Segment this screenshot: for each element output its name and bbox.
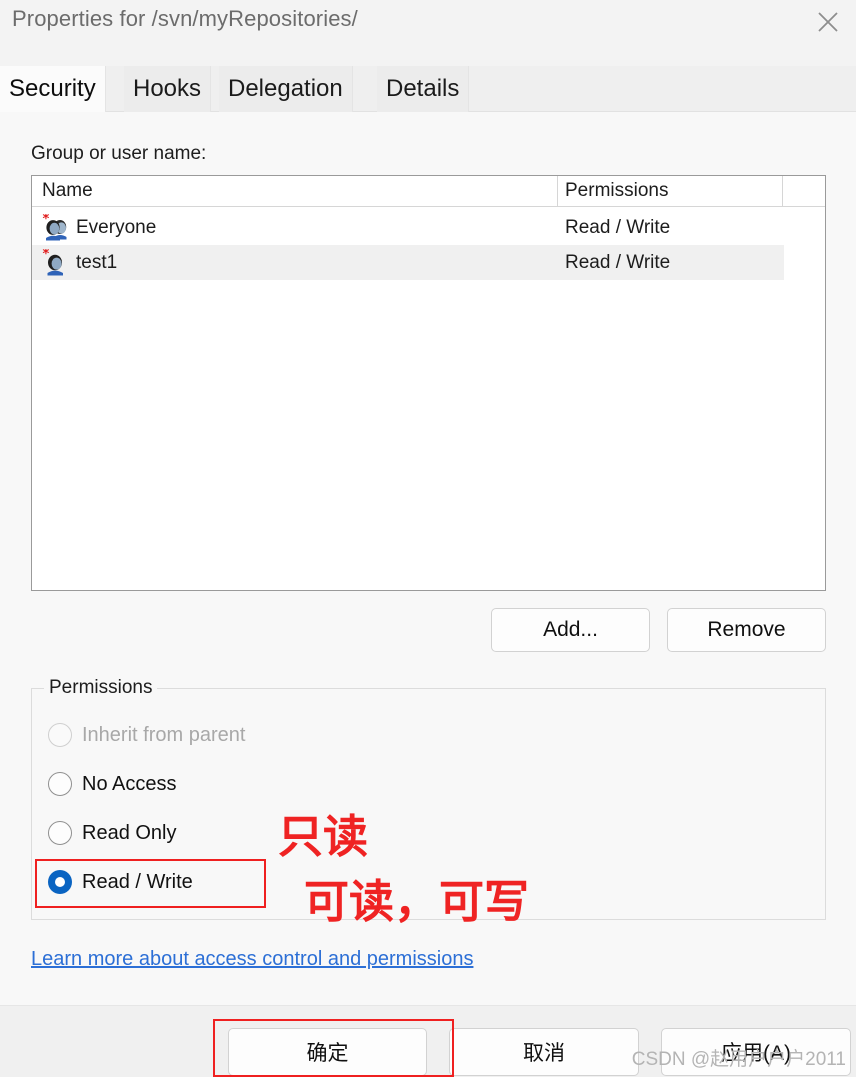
radio-read-write[interactable]: Read / Write (48, 865, 193, 899)
radio-indicator (48, 870, 72, 894)
svg-text:*: * (43, 249, 50, 262)
tab-hooks[interactable]: Hooks (124, 66, 212, 112)
cancel-button[interactable]: 取消 (449, 1028, 639, 1076)
tab-details[interactable]: Details (377, 66, 470, 112)
radio-indicator (48, 723, 72, 747)
radio-label: No Access (82, 772, 177, 795)
table-row[interactable]: * Everyone Read / Write (32, 210, 784, 245)
remove-button[interactable]: Remove (667, 608, 826, 652)
window-title: Properties for /svn/myRepositories/ (12, 6, 358, 31)
header-underline (32, 206, 825, 207)
svg-text:*: * (43, 214, 50, 227)
permissions-groupbox-title: Permissions (44, 677, 158, 699)
security-tab-panel: Group or user name: Name Permissions * E… (0, 112, 856, 1005)
radio-label: Read Only (82, 821, 177, 844)
group-users-icon: * (42, 212, 70, 242)
row-name: test1 (76, 251, 118, 273)
column-header-name[interactable]: Name (42, 176, 93, 206)
radio-indicator (48, 772, 72, 796)
radio-read-only[interactable]: Read Only (48, 816, 177, 850)
radio-no-access[interactable]: No Access (48, 767, 176, 801)
title-bar: Properties for /svn/myRepositories/ (0, 0, 856, 46)
ok-button[interactable]: 确定 (228, 1028, 427, 1076)
row-permissions: Read / Write (565, 251, 671, 273)
group-user-list[interactable]: Name Permissions * Everyone Read / Write… (31, 175, 826, 591)
properties-dialog: Properties for /svn/myRepositories/ Secu… (0, 0, 856, 1077)
row-name: Everyone (76, 216, 157, 238)
add-button[interactable]: Add... (491, 608, 650, 652)
apply-button[interactable]: 应用(A) (661, 1028, 851, 1076)
radio-label: Inherit from parent (82, 723, 246, 746)
tab-delegation[interactable]: Delegation (219, 66, 353, 112)
list-header-row: Name Permissions (32, 176, 825, 207)
column-header-permissions[interactable]: Permissions (565, 176, 668, 206)
radio-label: Read / Write (82, 870, 193, 893)
group-or-user-name-label: Group or user name: (31, 143, 207, 164)
column-separator-2[interactable] (782, 176, 783, 206)
dialog-footer: 确定 取消 应用(A) (0, 1005, 856, 1077)
tab-strip: Security Hooks Delegation Details (0, 66, 856, 112)
learn-more-link[interactable]: Learn more about access control and perm… (31, 948, 473, 971)
close-icon[interactable] (800, 0, 856, 44)
tab-security[interactable]: Security (0, 66, 106, 112)
column-separator-1[interactable] (557, 176, 558, 206)
radio-inherit-from-parent[interactable]: Inherit from parent (48, 718, 245, 752)
radio-indicator (48, 821, 72, 845)
row-permissions: Read / Write (565, 216, 671, 238)
single-user-icon: * (42, 247, 70, 277)
table-row[interactable]: * test1 Read / Write (32, 245, 784, 280)
